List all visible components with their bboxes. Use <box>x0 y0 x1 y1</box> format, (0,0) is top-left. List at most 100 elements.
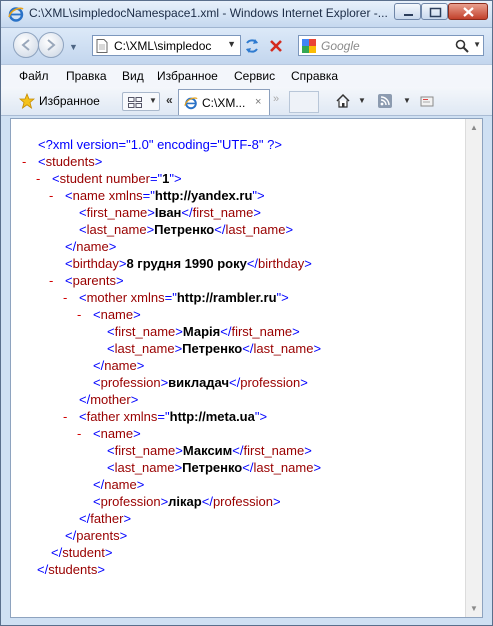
quick-tabs-button[interactable]: ▼ <box>122 92 160 111</box>
last-name-line: <last_name>Петренко</last_name> <box>79 222 294 237</box>
print-icon[interactable] <box>419 93 435 109</box>
collapse-toggle[interactable]: - <box>22 153 26 170</box>
mother-first-name-value: Марія <box>182 324 221 339</box>
first-name-line: <first_name>Іван</first_name> <box>79 205 261 220</box>
father-open-line: - <father xmlns="http://meta.ua"> <box>63 408 268 425</box>
scroll-up-icon[interactable]: ▲ <box>470 123 478 132</box>
page-content: <?xml version="1.0" encoding="UTF-8" ?> … <box>10 118 483 618</box>
menu-edit[interactable]: Правка <box>66 69 107 83</box>
collapse-toggle[interactable]: - <box>49 272 53 289</box>
search-input[interactable]: Google <box>321 39 360 53</box>
collapse-toggle[interactable]: - <box>77 425 81 442</box>
vertical-scrollbar[interactable]: ▲ ▼ <box>465 119 482 617</box>
menu-favorites[interactable]: Избранное <box>157 69 218 83</box>
father-profession-line: <profession>лікар</profession> <box>93 494 281 509</box>
name-open-line: - <name xmlns="http://yandex.ru"> <box>49 187 265 204</box>
student-close-line: </student> <box>51 545 113 560</box>
menu-view[interactable]: Вид <box>122 69 144 83</box>
refresh-icon[interactable] <box>243 37 261 55</box>
mother-last-name-line: <last_name>Петренко</last_name> <box>107 341 322 356</box>
menu-file[interactable]: Файл <box>19 69 49 83</box>
students-close-line: </students> <box>37 562 105 577</box>
recent-pages-dropdown[interactable]: ▼ <box>69 42 78 52</box>
address-input[interactable]: C:\XML\simpledoc <box>114 39 217 53</box>
address-dropdown-icon[interactable]: ▼ <box>227 39 236 49</box>
search-box[interactable]: Google ▼ <box>298 35 484 56</box>
home-icon[interactable] <box>335 93 351 109</box>
window-title: C:\XML\simpledocNamespace1.xml - Windows… <box>29 6 388 20</box>
minimize-icon <box>404 14 413 16</box>
tab-current[interactable]: C:\XM... × <box>178 89 270 115</box>
first-name-value: Іван <box>154 205 182 220</box>
collapse-toggle[interactable]: - <box>63 289 67 306</box>
quick-tabs-grid-icon <box>128 97 142 108</box>
mother-open-line: - <mother xmlns="http://rambler.ru"> <box>63 289 289 306</box>
tag-parents: parents <box>72 273 116 288</box>
maximize-button[interactable] <box>421 3 448 20</box>
tab-scroll-left[interactable]: « <box>166 93 173 107</box>
new-tab-button[interactable] <box>289 91 319 113</box>
birthday-value: 8 грудня 1990 року <box>126 256 247 271</box>
favorites-star-icon[interactable] <box>19 93 35 109</box>
mother-last-name-value: Петренко <box>182 341 243 356</box>
parents-open-line: - <parents> <box>49 272 124 289</box>
father-first-name-line: <first_name>Максим</first_name> <box>107 443 312 458</box>
maximize-icon <box>429 7 442 18</box>
menu-bar: Файл Правка Вид Избранное Сервис Справка <box>1 64 492 88</box>
student-open-line: - <student number="1"> <box>36 170 182 187</box>
feeds-icon[interactable] <box>377 93 393 109</box>
tag-student: student <box>59 171 103 186</box>
back-button[interactable] <box>13 32 39 58</box>
address-toolbar: ▼ C:\XML\simpledoc ▼ Google ▼ <box>1 28 492 64</box>
favorites-bar: Избранное ▼ « C:\XM... × » ▼ ▼ <box>1 87 492 116</box>
collapse-toggle[interactable]: - <box>36 170 40 187</box>
mother-namespace-value: http://rambler.ru <box>176 290 277 305</box>
name-close-line: </name> <box>65 239 117 254</box>
favorites-button[interactable]: Избранное <box>39 94 100 108</box>
mother-name-open-line: - <name> <box>77 306 141 323</box>
tag-students: students <box>45 154 95 169</box>
tab-close-button[interactable]: × <box>255 96 261 108</box>
ie-page-icon <box>184 97 198 110</box>
father-first-name-value: Максим <box>182 443 233 458</box>
back-arrow-icon <box>21 39 30 51</box>
search-icon[interactable] <box>455 39 469 53</box>
namespace-value: http://yandex.ru <box>154 188 253 203</box>
father-last-name-line: <last_name>Петренко</last_name> <box>107 460 322 475</box>
attr-number: number <box>105 171 150 186</box>
title-bar: C:\XML\simpledocNamespace1.xml - Windows… <box>1 1 492 28</box>
students-open-line: - <students> <box>22 153 103 170</box>
minimize-button[interactable] <box>394 3 421 20</box>
father-name-open-line: - <name> <box>77 425 141 442</box>
menu-tools[interactable]: Сервис <box>234 69 275 83</box>
mother-close-line: </mother> <box>79 392 139 407</box>
tab-scroll-right[interactable]: » <box>273 93 279 105</box>
father-profession-value: лікар <box>168 494 202 509</box>
feeds-dropdown-icon[interactable]: ▼ <box>403 96 411 105</box>
xml-declaration: <?xml version="1.0" encoding="UTF-8" ?> <box>38 137 282 152</box>
menu-help[interactable]: Справка <box>291 69 338 83</box>
collapse-toggle[interactable]: - <box>77 306 81 323</box>
google-icon <box>302 39 316 53</box>
browser-window: C:\XML\simpledocNamespace1.xml - Windows… <box>0 0 493 626</box>
tab-list-dropdown-icon[interactable]: ▼ <box>149 96 157 105</box>
mother-profession-value: викладач <box>168 375 230 390</box>
father-name-close-line: </name> <box>93 477 145 492</box>
ie-logo-icon <box>8 7 24 22</box>
last-name-value: Петренко <box>154 222 215 237</box>
father-close-line: </father> <box>79 511 132 526</box>
home-dropdown-icon[interactable]: ▼ <box>358 96 366 105</box>
document-icon <box>96 39 108 53</box>
stop-icon[interactable] <box>267 37 285 55</box>
forward-button[interactable] <box>38 32 64 58</box>
address-bar[interactable]: C:\XML\simpledoc ▼ <box>92 35 241 56</box>
mother-name-close-line: </name> <box>93 358 145 373</box>
father-namespace-value: http://meta.ua <box>169 409 255 424</box>
collapse-toggle[interactable]: - <box>49 187 53 204</box>
close-window-button[interactable] <box>448 3 488 20</box>
search-options-dropdown[interactable]: ▼ <box>473 40 481 49</box>
forward-arrow-icon <box>47 39 56 51</box>
collapse-toggle[interactable]: - <box>63 408 67 425</box>
parents-close-line: </parents> <box>65 528 128 543</box>
scroll-down-icon[interactable]: ▼ <box>470 604 478 613</box>
